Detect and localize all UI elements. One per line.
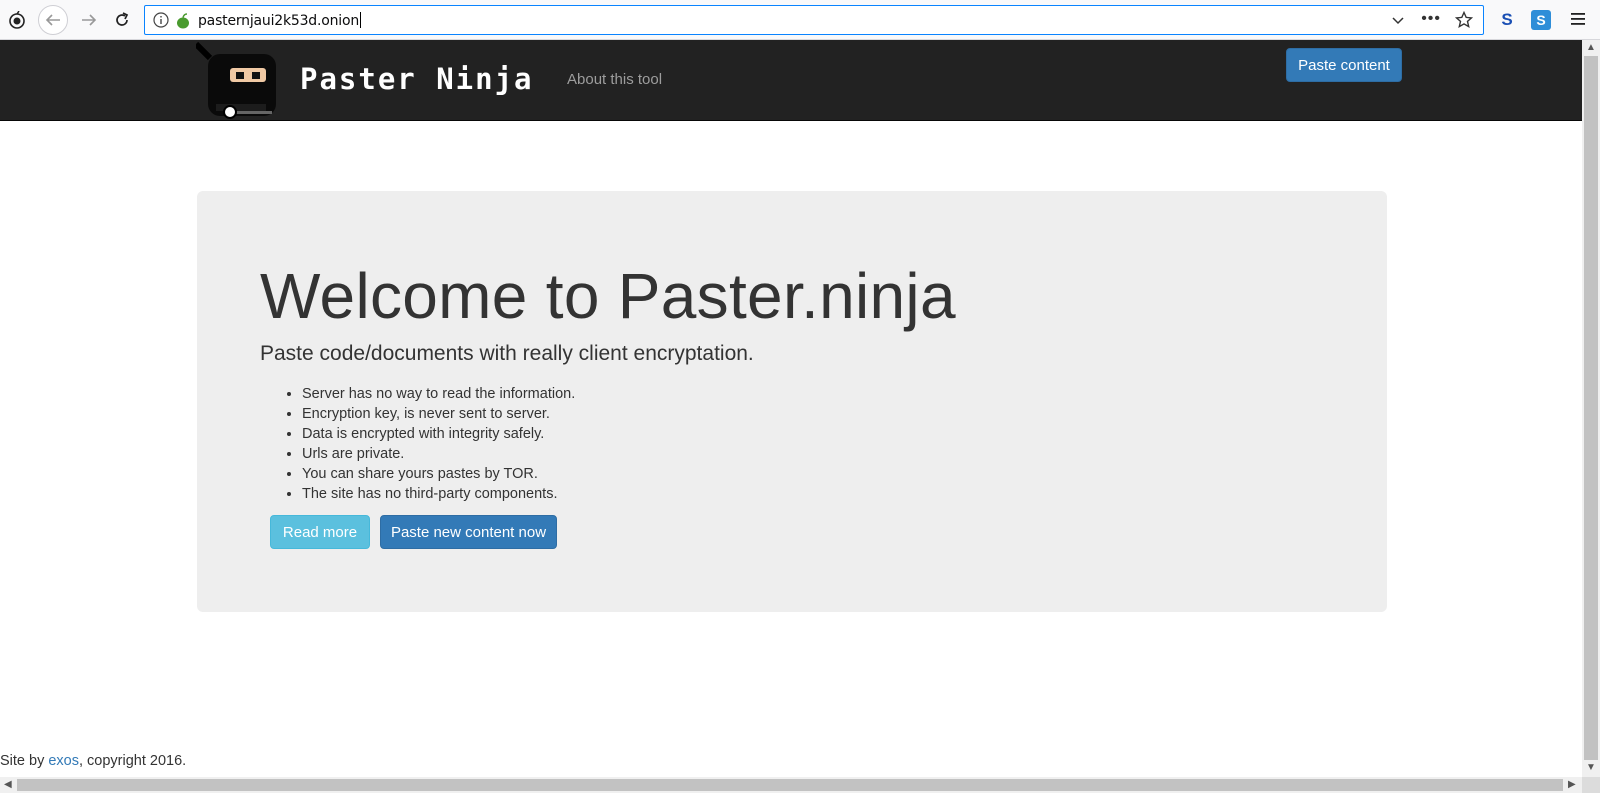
- extension-s-icon[interactable]: S: [1497, 10, 1517, 30]
- read-more-button[interactable]: Read more: [270, 515, 370, 549]
- brand-name[interactable]: Paster Ninja: [300, 62, 534, 96]
- feature-list: Server has no way to read the informatio…: [302, 384, 575, 504]
- list-item: Server has no way to read the informatio…: [302, 384, 575, 404]
- tor-onion-icon[interactable]: [2, 5, 32, 35]
- chevron-down-icon[interactable]: [1391, 13, 1405, 32]
- nav-about-link[interactable]: About this tool: [567, 71, 662, 88]
- scroll-left-icon[interactable]: ◀: [4, 779, 12, 790]
- footer-suffix: , copyright 2016.: [79, 753, 187, 769]
- scroll-up-icon[interactable]: ▲: [1586, 42, 1596, 53]
- url-text[interactable]: pasternjaui2k53d.onion: [198, 12, 362, 29]
- scroll-right-icon[interactable]: ▶: [1568, 779, 1576, 790]
- paste-new-content-button[interactable]: Paste new content now: [380, 515, 557, 549]
- scroll-down-icon[interactable]: ▼: [1586, 762, 1596, 773]
- paste-content-button[interactable]: Paste content: [1286, 48, 1402, 82]
- page-title: Welcome to Paster.ninja: [260, 260, 956, 332]
- list-item: Urls are private.: [302, 444, 575, 464]
- extension-skype-icon[interactable]: S: [1531, 10, 1551, 30]
- author-link[interactable]: exos: [48, 753, 79, 769]
- onion-site-icon: [175, 13, 191, 34]
- scrollbar-corner: [1582, 777, 1600, 793]
- list-item: The site has no third-party components.: [302, 484, 575, 504]
- url-bar[interactable]: pasternjaui2k53d.onion •••: [144, 5, 1484, 35]
- list-item: Data is encrypted with integrity safely.: [302, 424, 575, 444]
- hamburger-menu-icon[interactable]: [1570, 11, 1586, 32]
- vertical-scroll-thumb[interactable]: [1584, 56, 1598, 760]
- ninja-logo-icon[interactable]: [193, 40, 280, 121]
- footer-prefix: Site by: [0, 753, 49, 769]
- browser-toolbar: pasternjaui2k53d.onion ••• S S: [0, 0, 1600, 40]
- reload-button[interactable]: [107, 5, 137, 35]
- page-actions-icon[interactable]: •••: [1421, 10, 1441, 28]
- horizontal-scroll-thumb[interactable]: [17, 779, 1563, 791]
- lead-text: Paste code/documents with really client …: [260, 342, 754, 365]
- footer: Site by exos, copyright 2016.: [0, 753, 186, 769]
- site-info-icon[interactable]: [153, 12, 169, 33]
- welcome-panel: Welcome to Paster.ninja Paste code/docum…: [197, 191, 1387, 612]
- forward-button[interactable]: [74, 5, 104, 35]
- site-navbar: Paster Ninja About this tool Paste conte…: [0, 40, 1582, 121]
- list-item: Encryption key, is never sent to server.: [302, 404, 575, 424]
- vertical-scrollbar[interactable]: ▲ ▼: [1582, 40, 1600, 777]
- bookmark-star-icon[interactable]: [1454, 10, 1474, 34]
- back-button[interactable]: [38, 5, 68, 35]
- list-item: You can share yours pastes by TOR.: [302, 464, 575, 484]
- horizontal-scrollbar[interactable]: ◀ ▶: [0, 777, 1582, 793]
